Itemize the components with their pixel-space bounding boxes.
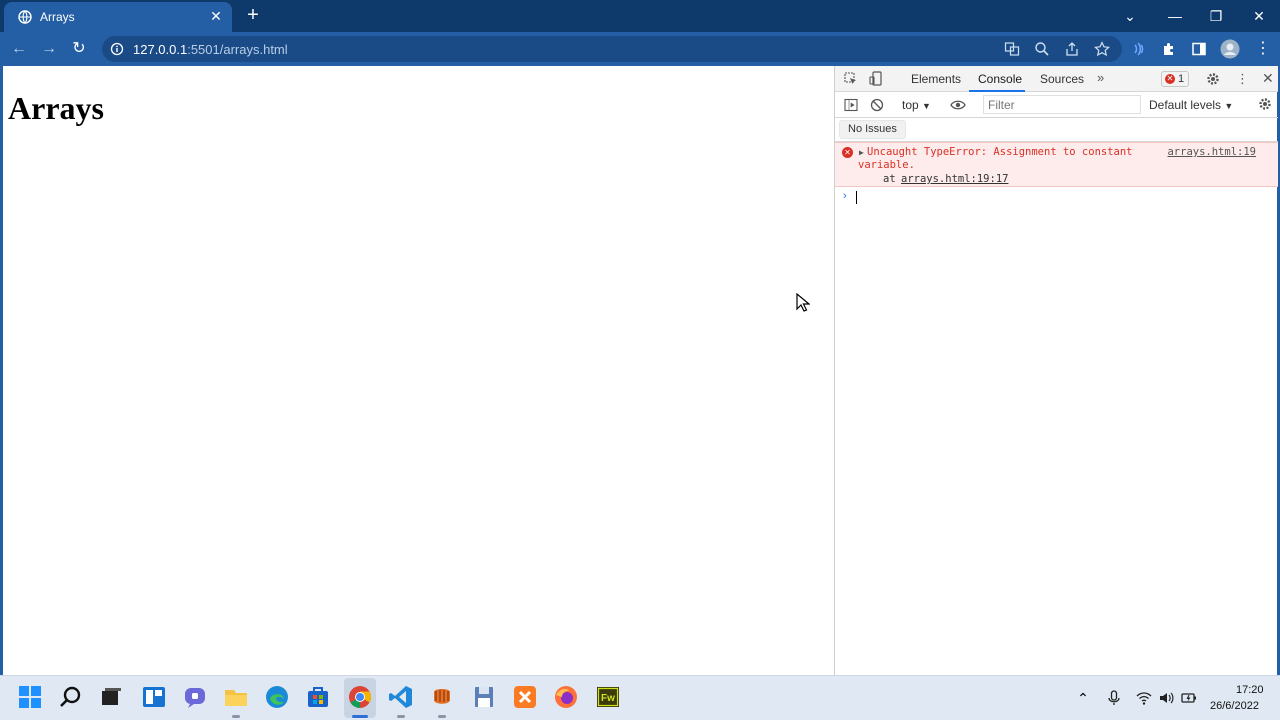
- console-error-message[interactable]: ✕ ▶ Uncaught TypeError: Assignment to co…: [835, 142, 1278, 187]
- restore-button[interactable]: ❐: [1206, 6, 1226, 26]
- prompt-chevron-icon: ›: [843, 190, 847, 202]
- forward-button[interactable]: →: [39, 39, 59, 59]
- log-levels-value: Default levels: [1149, 98, 1222, 112]
- page-heading: Arrays: [8, 90, 104, 126]
- windows-taskbar: Fw ⌃ 17:20 26/6/2022: [0, 675, 1280, 720]
- extensions-puzzle-icon[interactable]: [1161, 41, 1177, 57]
- chrome-menu-icon[interactable]: ⋮: [1253, 39, 1273, 59]
- sidebar-toggle-icon[interactable]: [844, 98, 858, 112]
- search-icon[interactable]: [58, 684, 84, 710]
- no-issues-button[interactable]: No Issues: [839, 120, 906, 139]
- clear-console-icon[interactable]: [870, 98, 884, 112]
- console-toolbar: top ▼ Default levels ▼: [835, 92, 1278, 118]
- tab-title: Arrays: [40, 10, 75, 24]
- close-devtools-icon[interactable]: ✕: [1262, 70, 1274, 87]
- devtools-menu-icon[interactable]: ⋮: [1236, 71, 1249, 87]
- running-indicator: [232, 715, 240, 718]
- more-tabs-chevron-icon[interactable]: »: [1097, 70, 1104, 85]
- console-prompt[interactable]: ›: [835, 187, 1278, 207]
- extension-wave-icon[interactable]: [1131, 41, 1147, 57]
- context-select[interactable]: top ▼: [902, 98, 931, 112]
- mouse-cursor-icon: [796, 293, 810, 312]
- error-circle-icon: ✕: [842, 147, 853, 158]
- xampp-icon[interactable]: [512, 684, 538, 710]
- share-icon[interactable]: [1064, 41, 1080, 57]
- new-tab-button[interactable]: +: [243, 5, 263, 25]
- microphone-icon[interactable]: [1106, 690, 1122, 706]
- devtools-panel: Elements Console Sources » ✕ 1 ⋮ ✕ top ▼…: [834, 66, 1278, 675]
- address-bar[interactable]: 127.0.0.1:5501/arrays.html: [102, 36, 1122, 62]
- url-host: 127.0.0.1: [133, 42, 188, 57]
- windows-start-icon[interactable]: [17, 684, 43, 710]
- error-count-badge[interactable]: ✕ 1: [1161, 71, 1189, 87]
- dropdown-arrow-icon: ▼: [1224, 101, 1234, 111]
- expand-triangle-icon[interactable]: ▶: [859, 148, 864, 157]
- context-value: top: [902, 98, 919, 112]
- clock-time[interactable]: 17:20: [1236, 684, 1264, 696]
- stack-location-link[interactable]: arrays.html:19:17: [901, 173, 1008, 185]
- reload-button[interactable]: ↻: [69, 39, 89, 59]
- teams-chat-icon[interactable]: [182, 684, 208, 710]
- tab-search-icon[interactable]: ⌄: [1120, 6, 1140, 26]
- show-hidden-icons-chevron-icon[interactable]: ⌃: [1075, 690, 1091, 706]
- back-button[interactable]: ←: [9, 39, 29, 59]
- globe-icon: [18, 10, 32, 24]
- zoom-icon[interactable]: [1034, 41, 1050, 57]
- site-info-icon[interactable]: [110, 42, 124, 56]
- clock-date[interactable]: 26/6/2022: [1210, 700, 1259, 712]
- error-count: 1: [1178, 73, 1185, 85]
- error-text-line2: variable.: [858, 159, 915, 171]
- translate-icon[interactable]: [1004, 41, 1020, 57]
- edge-browser-icon[interactable]: [264, 684, 290, 710]
- task-view-icon[interactable]: [98, 684, 124, 710]
- text-caret: [856, 191, 857, 204]
- device-toolbar-icon[interactable]: [869, 71, 883, 87]
- microsoft-store-icon[interactable]: [305, 684, 331, 710]
- profile-avatar-icon[interactable]: [1220, 39, 1240, 59]
- chrome-browser-icon[interactable]: [347, 684, 373, 710]
- minimize-button[interactable]: —: [1165, 6, 1185, 26]
- live-expression-eye-icon[interactable]: [950, 98, 966, 112]
- vscode-icon[interactable]: [388, 684, 414, 710]
- svg-text:Fw: Fw: [601, 693, 615, 704]
- file-explorer-icon[interactable]: [223, 684, 249, 710]
- running-indicator: [438, 715, 446, 718]
- battery-charging-icon[interactable]: [1181, 690, 1197, 706]
- tab-elements[interactable]: Elements: [911, 72, 961, 86]
- close-tab-icon[interactable]: ✕: [208, 8, 224, 24]
- log-levels-select[interactable]: Default levels ▼: [1149, 98, 1233, 112]
- stack-prefix: at: [883, 173, 896, 185]
- console-settings-gear-icon[interactable]: [1258, 97, 1272, 111]
- inspect-element-icon[interactable]: [844, 72, 858, 86]
- url-path: :5501/arrays.html: [187, 42, 288, 57]
- issues-bar: No Issues: [835, 118, 1278, 142]
- save-floppy-icon[interactable]: [471, 684, 497, 710]
- browser-tab-strip: Arrays ✕ + ⌄ — ❐ ✕: [0, 0, 1280, 32]
- error-text-line1: Uncaught TypeError: Assignment to consta…: [867, 146, 1133, 158]
- error-source-link[interactable]: arrays.html:19: [1167, 146, 1256, 158]
- browser-tab-arrays[interactable]: Arrays ✕: [4, 2, 232, 32]
- side-panel-icon[interactable]: [1191, 41, 1207, 57]
- active-indicator: [352, 715, 368, 718]
- volume-icon[interactable]: [1158, 690, 1174, 706]
- filter-input[interactable]: [983, 95, 1141, 114]
- web-page-viewport: Arrays: [3, 66, 834, 675]
- error-icon: ✕: [1165, 74, 1175, 84]
- xampp-catcher-icon[interactable]: [429, 684, 455, 710]
- close-window-button[interactable]: ✕: [1249, 6, 1269, 26]
- firefox-icon[interactable]: [553, 684, 579, 710]
- dropdown-arrow-icon: ▼: [922, 101, 931, 111]
- running-indicator: [397, 715, 405, 718]
- browser-toolbar: ← → ↻ 127.0.0.1:5501/arrays.html ⋮: [0, 32, 1280, 66]
- settings-gear-icon[interactable]: [1206, 72, 1220, 86]
- url-text: 127.0.0.1:5501/arrays.html: [133, 42, 288, 57]
- tab-sources[interactable]: Sources: [1040, 72, 1084, 86]
- bookmark-star-icon[interactable]: [1094, 41, 1110, 57]
- tab-console[interactable]: Console: [978, 72, 1022, 86]
- devtools-tab-bar: Elements Console Sources » ✕ 1 ⋮ ✕: [835, 66, 1278, 92]
- wifi-icon[interactable]: [1136, 690, 1152, 706]
- widgets-icon[interactable]: [141, 684, 167, 710]
- fireworks-icon[interactable]: Fw: [595, 684, 621, 710]
